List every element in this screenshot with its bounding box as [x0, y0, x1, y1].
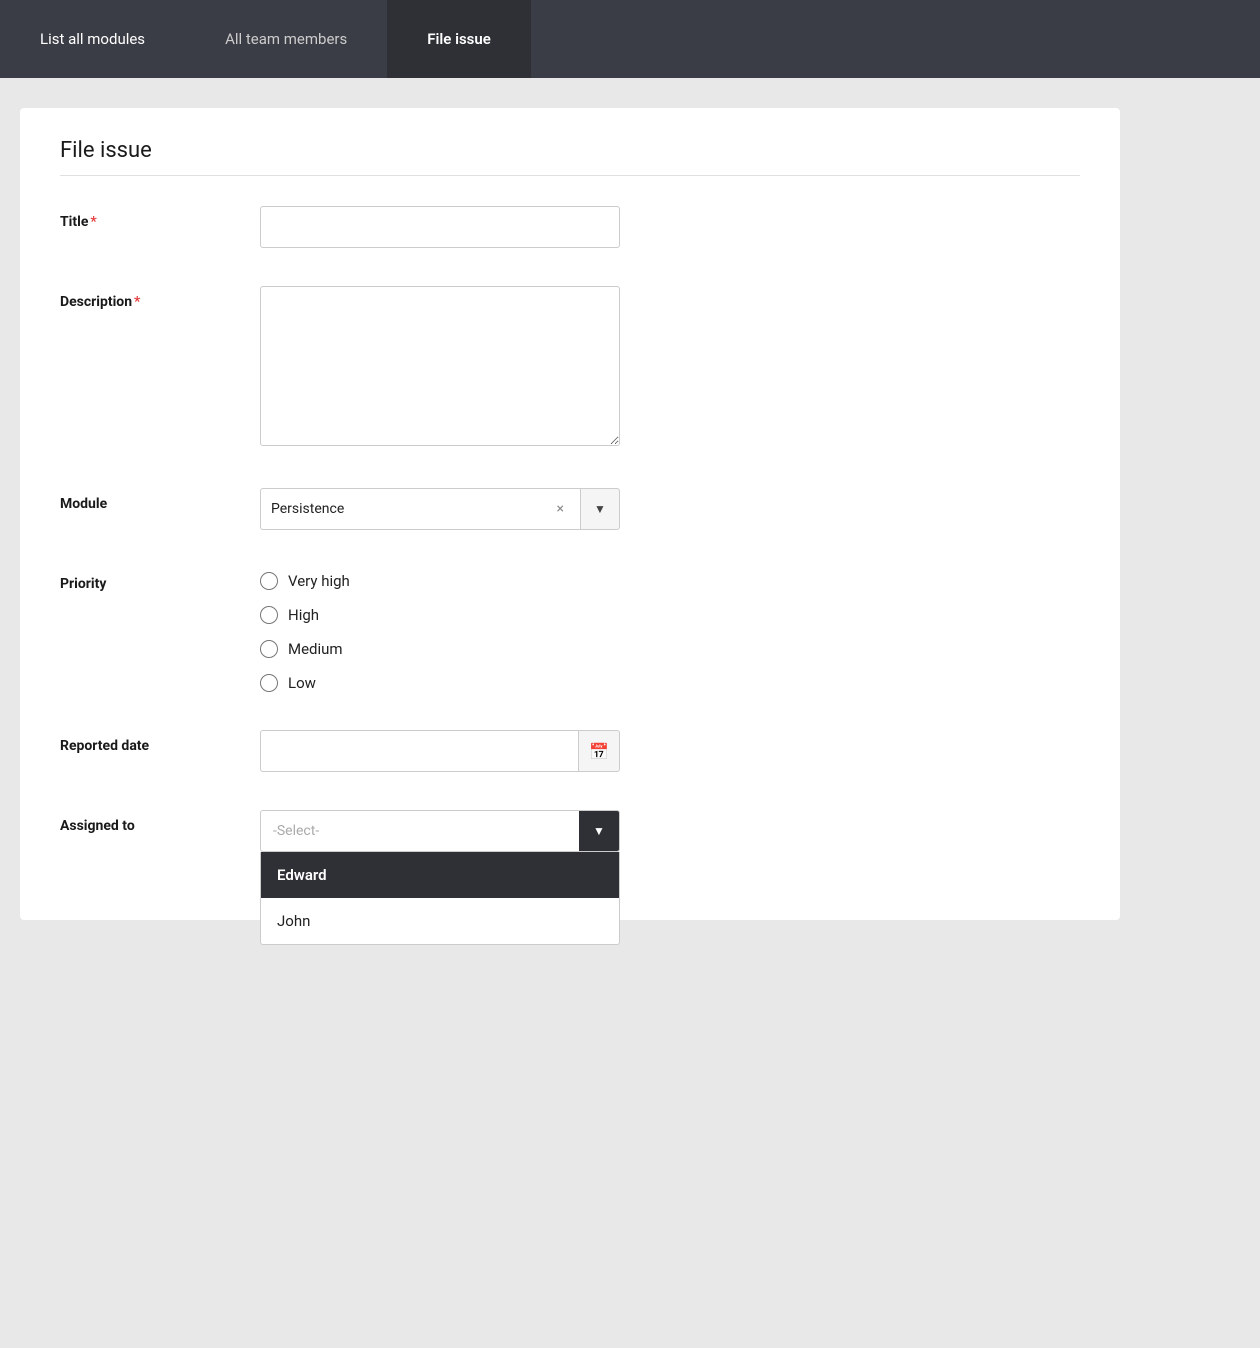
calendar-icon: 📅 — [589, 742, 609, 761]
priority-low-label: Low — [288, 674, 316, 692]
module-clear-button[interactable]: × — [551, 501, 570, 517]
date-input-wrap: 📅 — [260, 730, 620, 772]
module-row: Module Persistence × — [60, 478, 1080, 530]
description-input[interactable] — [260, 286, 620, 446]
title-required-star: * — [90, 214, 96, 230]
priority-medium[interactable]: Medium — [260, 640, 620, 658]
chevron-down-icon — [594, 502, 606, 516]
reported-date-input[interactable] — [260, 730, 578, 772]
priority-low[interactable]: Low — [260, 674, 620, 692]
assigned-select-placeholder: -Select- — [261, 823, 579, 839]
priority-control-wrap: Very high High Medium Low — [260, 568, 620, 692]
nav-bar: List all modules All team members File i… — [0, 0, 1260, 78]
description-label: Description* — [60, 286, 260, 310]
assigned-to-label: Assigned to — [60, 810, 260, 834]
page-wrapper: File issue Title* Description* Module — [0, 78, 1260, 950]
module-dropdown-button[interactable] — [580, 488, 620, 530]
assigned-to-wrap: -Select- Edward John — [260, 810, 620, 852]
module-value: Persistence — [271, 501, 344, 517]
tab-list-all-modules[interactable]: List all modules — [0, 0, 185, 78]
priority-medium-label: Medium — [288, 640, 343, 658]
radio-high[interactable] — [260, 606, 278, 624]
assigned-select-wrap: -Select- Edward John — [260, 810, 620, 852]
module-select-box[interactable]: Persistence × — [260, 488, 580, 530]
reported-date-wrap: 📅 — [260, 730, 620, 772]
assigned-dropdown-arrow[interactable] — [579, 810, 619, 852]
module-select-wrap: Persistence × — [260, 488, 620, 530]
dropdown-item-john[interactable]: John — [261, 898, 619, 944]
priority-very-high[interactable]: Very high — [260, 572, 620, 590]
reported-date-row: Reported date 📅 — [60, 720, 1080, 772]
assigned-select-box[interactable]: -Select- — [260, 810, 620, 852]
radio-very-high[interactable] — [260, 572, 278, 590]
dropdown-item-edward[interactable]: Edward — [261, 852, 619, 898]
priority-high[interactable]: High — [260, 606, 620, 624]
priority-label: Priority — [60, 568, 260, 592]
title-row: Title* — [60, 196, 1080, 248]
tab-file-issue[interactable]: File issue — [387, 0, 531, 78]
priority-very-high-label: Very high — [288, 572, 350, 590]
description-required-star: * — [134, 294, 140, 310]
tab-all-team-members[interactable]: All team members — [185, 0, 387, 78]
assigned-dropdown-menu: Edward John — [260, 852, 620, 945]
title-input[interactable] — [260, 206, 620, 248]
module-label: Module — [60, 488, 260, 512]
form-card: File issue Title* Description* Module — [20, 108, 1120, 920]
radio-low[interactable] — [260, 674, 278, 692]
page-title: File issue — [60, 138, 1080, 176]
assigned-to-row: Assigned to -Select- Edward John — [60, 800, 1080, 852]
priority-high-label: High — [288, 606, 319, 624]
radio-medium[interactable] — [260, 640, 278, 658]
module-control-wrap: Persistence × — [260, 488, 620, 530]
description-input-wrap — [260, 286, 620, 450]
calendar-button[interactable]: 📅 — [578, 730, 620, 772]
title-label: Title* — [60, 206, 260, 230]
priority-row: Priority Very high High Medium — [60, 558, 1080, 692]
title-input-wrap — [260, 206, 620, 248]
description-row: Description* — [60, 276, 1080, 450]
priority-radio-group: Very high High Medium Low — [260, 568, 620, 692]
chevron-down-icon — [593, 824, 605, 838]
reported-date-label: Reported date — [60, 730, 260, 754]
